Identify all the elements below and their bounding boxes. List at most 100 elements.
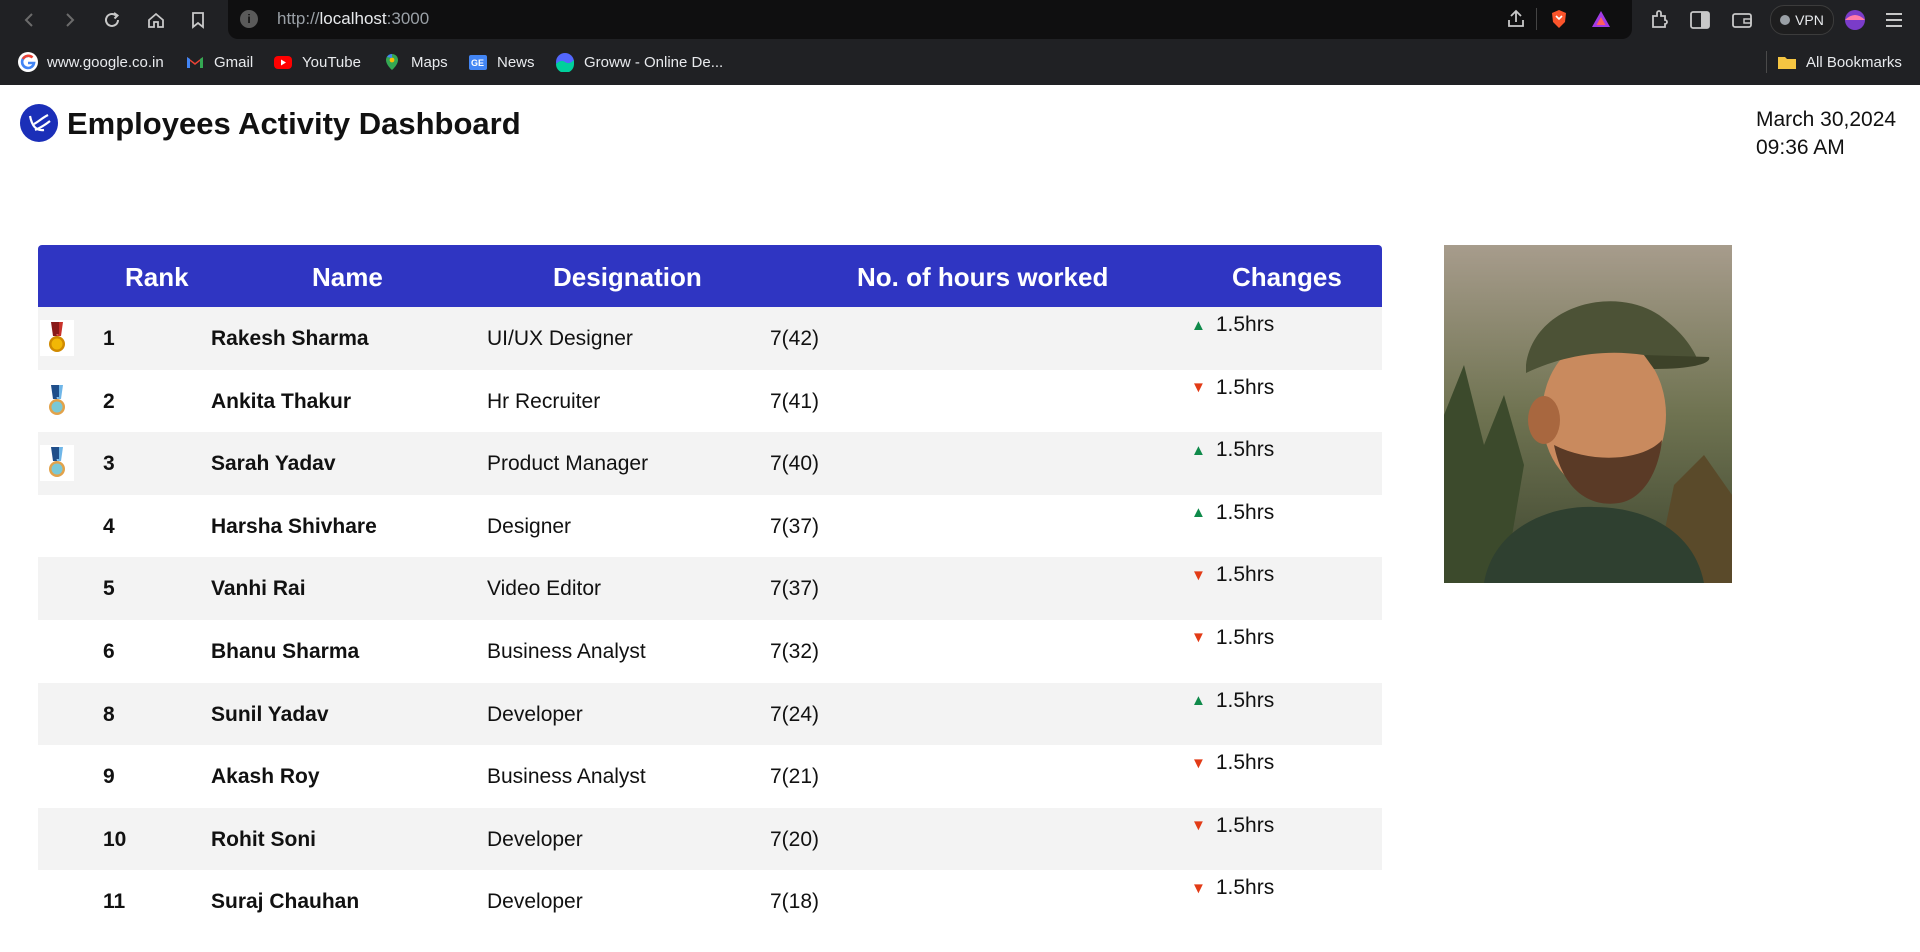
table-row: 2 Ankita Thakur Hr Recruiter 7(41) ▼ 1.5hrs — [38, 369, 1382, 433]
vpn-button[interactable]: VPN — [1770, 5, 1834, 35]
table-row: 6 Bhanu Sharma Business Analyst 7(32) ▼ 1.5hr… — [38, 619, 1382, 683]
profile-avatar-icon[interactable] — [1843, 8, 1867, 32]
sidebar-icon[interactable] — [1688, 8, 1712, 32]
bookmark-maps[interactable]: Maps — [382, 51, 448, 73]
bookmark-youtube[interactable]: YouTube — [273, 51, 361, 73]
current-date: March 30,2024 — [1756, 108, 1897, 131]
table-row: 11 Suraj Chauhan Developer 7(18) ▼ 1.5hrs — [38, 870, 1382, 933]
change-cell: ▲ 1.5hrs — [1191, 689, 1274, 713]
home-icon[interactable] — [142, 6, 170, 34]
change-value: 1.5hrs — [1215, 688, 1275, 712]
employee-name: Sarah Yadav — [211, 452, 336, 476]
table-header: Rank Name Designation No. of hours worke… — [38, 245, 1382, 307]
change-cell: ▼ 1.5hrs — [1191, 751, 1274, 775]
extensions-icon[interactable] — [1648, 8, 1672, 32]
designation-cell: Hr Recruiter — [487, 389, 601, 413]
youtube-icon — [273, 52, 293, 72]
column-header-name: Name — [312, 262, 383, 292]
menu-icon[interactable] — [1882, 8, 1906, 32]
trend-down-icon: ▼ — [1191, 879, 1206, 897]
employee-name: Harsha Shivhare — [211, 514, 377, 538]
employee-photo — [1444, 245, 1732, 583]
hours-cell: 7(37) — [770, 577, 820, 601]
change-cell: ▼ 1.5hrs — [1191, 563, 1274, 587]
hours-cell: 7(37) — [770, 514, 820, 538]
bookmark-groww[interactable]: Groww - Online De... — [555, 51, 723, 73]
change-value: 1.5hrs — [1215, 438, 1275, 462]
wallet-icon[interactable] — [1730, 8, 1754, 32]
column-header-rank: Rank — [125, 262, 189, 292]
folder-icon — [1777, 52, 1797, 72]
rank-cell: 8 — [103, 702, 115, 726]
rank-cell: 10 — [103, 827, 127, 851]
employee-name: Bhanu Sharma — [211, 639, 360, 663]
hours-cell: 7(21) — [770, 765, 820, 789]
bookmarks-separator — [1766, 51, 1767, 73]
hours-cell: 7(32) — [770, 639, 820, 663]
site-info-icon[interactable]: i — [240, 10, 258, 28]
table-row: 9 Akash Roy Business Analyst 7(21) ▼ 1.5hrs — [38, 745, 1382, 808]
trend-down-icon: ▼ — [1191, 566, 1206, 584]
change-value: 1.5hrs — [1215, 751, 1275, 775]
all-bookmarks[interactable]: All Bookmarks — [1777, 51, 1902, 73]
designation-cell: Business Analyst — [487, 765, 646, 789]
brave-rewards-icon[interactable] — [1590, 8, 1612, 30]
reload-icon[interactable] — [98, 6, 126, 34]
hours-cell: 7(40) — [770, 452, 820, 476]
hours-cell: 7(24) — [770, 702, 820, 726]
bookmark-gmail[interactable]: Gmail — [185, 51, 253, 73]
column-header-designation: Designation — [553, 262, 702, 292]
designation-cell: Developer — [487, 827, 583, 851]
employee-name: Akash Roy — [211, 765, 320, 789]
employee-name: Suraj Chauhan — [211, 890, 360, 914]
designation-cell: Product Manager — [487, 452, 649, 476]
trend-up-icon: ▲ — [1191, 316, 1206, 334]
table-row: 4 Harsha Shivhare Designer 7(37) ▲ 1.5hrs — [38, 494, 1382, 558]
trend-down-icon: ▼ — [1191, 629, 1206, 647]
trend-up-icon: ▲ — [1191, 692, 1206, 710]
employee-name: Ankita Thakur — [211, 389, 352, 413]
table-row: 1 Rakesh Sharma UI/UX Designer 7(42) ▲ 1.5hrs — [38, 307, 1382, 370]
news-icon: GE — [468, 52, 488, 72]
change-cell: ▼ 1.5hrs — [1191, 814, 1274, 838]
address-bar[interactable]: i http://localhost:3000 — [228, 0, 1632, 39]
designation-cell: Developer — [487, 890, 583, 914]
rank-cell: 11 — [103, 890, 126, 914]
url-text[interactable]: http://localhost:3000 — [277, 9, 429, 29]
change-cell: ▲ 1.5hrs — [1191, 313, 1274, 337]
change-cell: ▲ 1.5hrs — [1191, 501, 1274, 525]
change-value: 1.5hrs — [1215, 375, 1275, 399]
share-icon[interactable] — [1505, 8, 1527, 30]
table-row: 3 Sarah Yadav Product Manager 7(40) ▲ 1.5hrs — [38, 432, 1382, 495]
brave-shield-icon[interactable] — [1548, 8, 1570, 30]
employees-table: Rank Name Designation No. of hours worke… — [38, 245, 1382, 933]
change-value: 1.5hrs — [1215, 625, 1275, 649]
column-header-changes: Changes — [1232, 262, 1342, 292]
designation-cell: Video Editor — [487, 577, 602, 601]
rank-cell: 3 — [103, 452, 115, 476]
column-header-hours: No. of hours worked — [857, 262, 1109, 292]
browser-toolbar: i http://localhost:3000 VPN — [0, 0, 1920, 39]
bookmark-google[interactable]: www.google.co.in — [18, 51, 164, 73]
change-cell: ▲ 1.5hrs — [1191, 438, 1274, 462]
change-cell: ▼ 1.5hrs — [1191, 376, 1274, 400]
back-icon[interactable] — [15, 6, 43, 34]
employee-name: Sunil Yadav — [211, 702, 329, 726]
change-value: 1.5hrs — [1215, 500, 1275, 524]
bookmark-news[interactable]: GE News — [468, 51, 535, 73]
bookmarks-bar: www.google.co.in Gmail YouTube Maps GE N… — [0, 39, 1920, 85]
gold-medal-icon — [40, 320, 74, 356]
rank-cell: 9 — [103, 765, 115, 789]
rank-cell: 1 — [103, 327, 115, 350]
bookmark-icon[interactable] — [184, 6, 212, 34]
current-time: 09:36 AM — [1756, 136, 1845, 159]
forward-icon[interactable] — [56, 6, 84, 34]
change-value: 1.5hrs — [1215, 563, 1275, 587]
silver-medal-icon — [40, 382, 74, 419]
change-cell: ▼ 1.5hrs — [1191, 876, 1274, 900]
table-row: 5 Vanhi Rai Video Editor 7(37) ▼ 1.5hrs — [38, 557, 1382, 620]
hours-cell: 7(42) — [770, 327, 820, 350]
hours-cell: 7(41) — [770, 389, 820, 413]
employee-name: Rohit Soni — [211, 827, 316, 851]
page-title: Employees Activity Dashboard — [67, 106, 521, 141]
